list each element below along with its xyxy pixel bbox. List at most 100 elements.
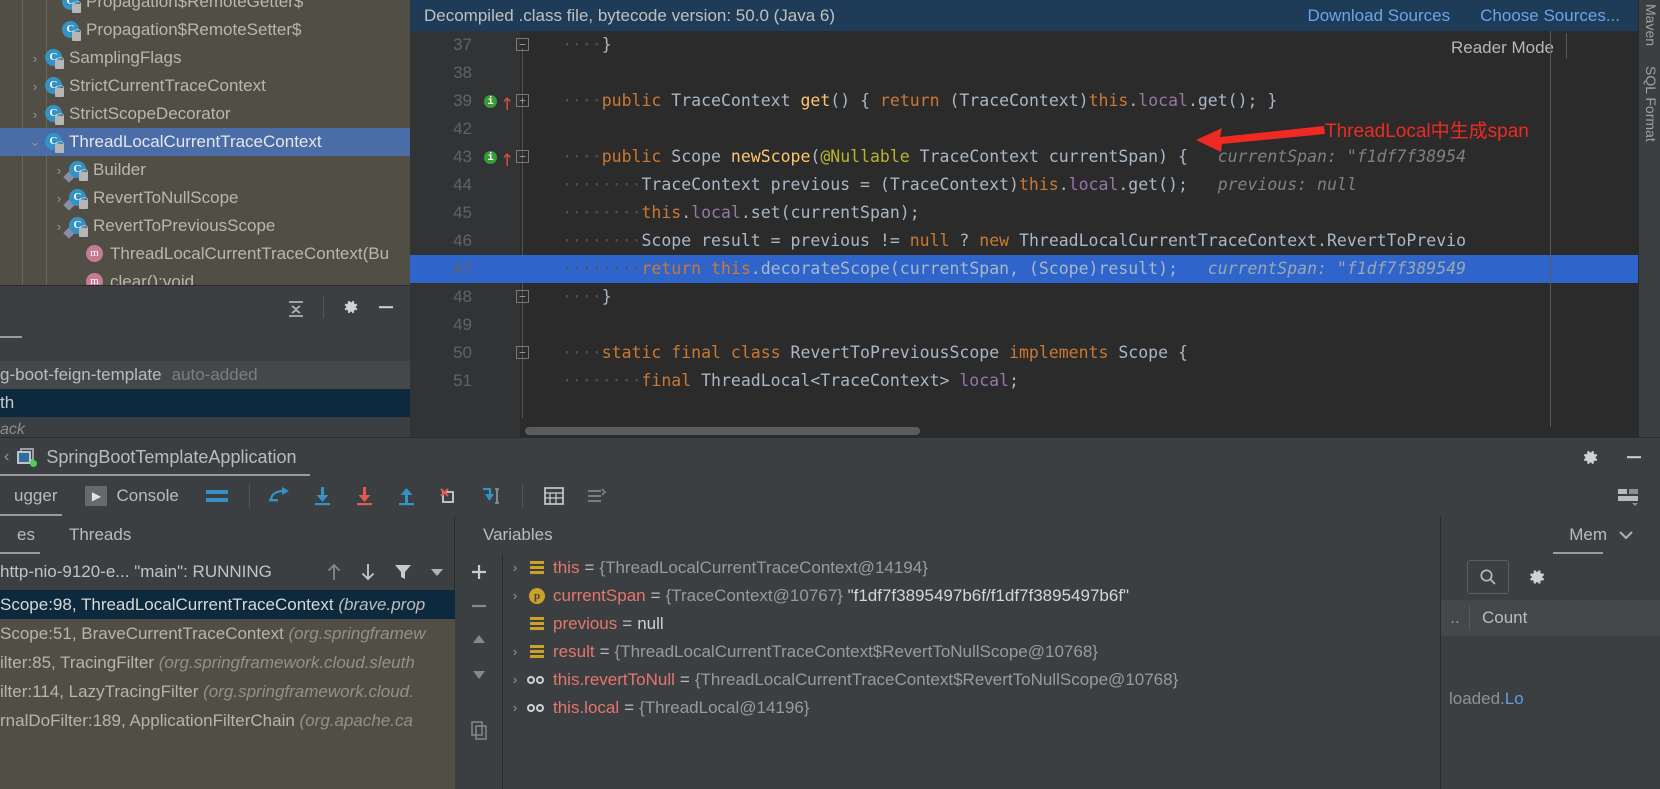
run-configuration-name[interactable]: SpringBootTemplateApplication [46,447,296,468]
chevron-down-icon[interactable] [1617,526,1635,544]
stack-frame-row[interactable]: ilter:114, LazyTracingFilter (org.spring… [0,677,455,706]
variables-side-toolbar[interactable] [455,554,503,789]
evaluate-expression-icon[interactable] [531,486,577,506]
tree-item-reverttonullscope[interactable]: › C RevertToNullScope [0,184,410,212]
chevron-left-icon[interactable]: ‹ [4,448,9,466]
fold-toggle-icon[interactable]: − [516,38,529,51]
memory-settings-gear-icon[interactable] [1525,566,1547,588]
run-to-cursor-icon[interactable] [470,486,514,506]
thread-selector[interactable]: http-nio-9120-e... "main": RUNNING [0,554,455,590]
hide-window-icon[interactable] [1624,447,1644,467]
tree-item-threadlocalcurrenttracecontext[interactable]: ⌄ C ThreadLocalCurrentTraceContext [0,128,410,156]
code-line-48[interactable]: 48 − ····} [410,283,1638,311]
memory-pane[interactable]: Mem .. Count loaded. Lo [1440,516,1660,789]
call-stack-list[interactable]: Scope:98, ThreadLocalCurrentTraceContext… [0,590,455,789]
debug-toolbar[interactable]: ugger ▶ Console [0,476,1660,516]
memory-col-count[interactable]: Count [1470,608,1527,628]
module-row[interactable]: g-boot-feign-template auto-added [0,361,410,389]
variable-row[interactable]: › this = {ThreadLocalCurrentTraceContext@14… [504,554,1440,582]
fold-toggle-icon[interactable]: + [516,94,529,107]
stack-frame-row[interactable]: ilter:85, TracingFilter (org.springframe… [0,648,455,677]
stack-frame-row[interactable]: Scope:51, BraveCurrentTraceContext (org.… [0,619,455,648]
code-line-51[interactable]: 51 ········final ThreadLocal<TraceContext… [410,367,1638,395]
code-line-39[interactable]: 39 i ↑ + ····public TraceContext get() { ret… [410,87,1638,115]
filter-icon[interactable] [393,562,413,582]
tree-item-strictscopedecorator[interactable]: › C StrictScopeDecorator [0,100,410,128]
variable-row[interactable]: › result = {ThreadLocalCurrentTraceContext$… [504,638,1440,666]
tab-console[interactable]: ▶ Console [71,486,192,506]
step-over-icon[interactable] [258,486,302,506]
variables-pane[interactable]: Variables › this = {ThreadLocalCurrentTr… [455,516,1440,789]
thread-bar-icons[interactable] [325,562,455,582]
variables-list[interactable]: › this = {ThreadLocalCurrentTraceContext@14… [504,554,1440,789]
drop-frame-icon[interactable] [428,486,470,506]
expand-chevron-icon[interactable]: › [504,582,526,610]
tab-variables[interactable]: Variables [455,525,581,545]
tree-item-propagation-remotesetter-[interactable]: C Propagation$RemoteSetter$ [0,16,410,44]
search-icon[interactable] [1467,560,1509,594]
editor-horizontal-scrollbar[interactable] [525,427,920,435]
download-sources-link[interactable]: Download Sources [1307,6,1450,26]
settings-gear-icon[interactable] [1579,447,1600,468]
step-out-icon[interactable] [386,486,428,506]
choose-sources-link[interactable]: Choose Sources... [1480,6,1620,26]
fold-toggle-icon[interactable]: − [516,290,529,303]
minimize-icon[interactable] [376,297,396,317]
panel-toolbar[interactable] [0,285,410,328]
stack-frame-row[interactable]: rnalDoFilter:189, ApplicationFilterChain… [0,706,455,735]
code-line-50[interactable]: 50 − ····static final class RevertToPrevio… [410,339,1638,367]
selected-project-row[interactable]: th [0,389,410,417]
structure-tree[interactable]: C Propagation$RemoteGetter$ C Propagation$R… [0,0,410,293]
memory-status-link[interactable]: Lo [1505,689,1524,709]
tab-threads[interactable]: Threads [52,525,148,545]
code-line-38[interactable]: 38 [410,59,1638,87]
chevron-right-icon[interactable]: › [27,107,43,122]
restore-layout-icon[interactable] [1616,486,1640,506]
memory-column-header[interactable]: .. Count [1441,600,1660,636]
move-down-icon[interactable] [469,664,489,684]
code-line-37[interactable]: 37 − ····} [410,31,1638,59]
chevron-down-icon[interactable] [429,562,445,582]
step-into-icon[interactable] [302,486,344,506]
remove-watch-icon[interactable] [469,596,489,616]
code-line-43[interactable]: 43 i ↑ − ····public Scope newScope(@Nullable… [410,143,1638,171]
variable-row[interactable]: previous = null [504,610,1440,638]
project-panel[interactable]: g-boot-feign-template auto-added th ack [0,328,410,438]
tree-item-strictcurrenttracecontext[interactable]: › C StrictCurrentTraceContext [0,72,410,100]
code-line-45[interactable]: 45 ········this.local.set(currentSpan); [410,199,1638,227]
stack-frame-row[interactable]: Scope:98, ThreadLocalCurrentTraceContext… [0,590,455,619]
variable-row[interactable]: › this.local = {ThreadLocal@14196} [504,694,1440,722]
chevron-down-icon[interactable]: ⌄ [27,134,43,150]
code-lines[interactable]: 37− ····} 38 39 i ↑ + ····public TraceContext g… [410,31,1638,437]
chevron-right-icon[interactable]: › [27,51,43,66]
expand-chevron-icon[interactable]: › [504,694,526,722]
code-line-49[interactable]: 49 [410,311,1638,339]
fold-toggle-icon[interactable]: − [516,150,529,163]
variable-row[interactable]: › p currentSpan = {TraceContext@10767} "f1df… [504,582,1440,610]
tree-item-reverttopreviousscope[interactable]: › C RevertToPreviousScope [0,212,410,240]
toolbar-right-icons[interactable] [1616,486,1660,506]
expand-chevron-icon[interactable]: › [504,554,526,582]
code-line-44[interactable]: 44 ········TraceContext previous = (Trace… [410,171,1638,199]
right-tool-strip[interactable]: Maven SQL Format [1638,0,1660,437]
mute-breakpoints-icon[interactable] [577,486,615,506]
code-line-47[interactable]: 47 ········return this.decorateScope(curr… [410,255,1638,283]
force-step-into-icon[interactable] [344,486,386,506]
decompiled-editor[interactable]: Decompiled .class file, bytecode version… [410,0,1660,437]
frames-pane[interactable]: es Threads http-nio-9120-e... "main": RU… [0,516,455,789]
debug-header-icons[interactable] [1579,447,1660,468]
memory-tab[interactable]: Mem [1441,516,1660,554]
breakpoint-icon[interactable]: i [484,151,497,164]
arrow-down-icon[interactable] [359,562,377,582]
move-up-icon[interactable] [469,630,489,650]
debug-tool-window[interactable]: ‹ SpringBootTemplateApplication ugger ▶ … [0,437,1660,789]
tab-debugger[interactable]: ugger [0,486,71,506]
arrow-up-icon[interactable] [325,562,343,582]
layout-icon[interactable] [193,487,241,505]
expand-chevron-icon[interactable]: › [504,666,526,694]
fold-toggle-icon[interactable]: − [516,346,529,359]
add-watch-icon[interactable] [469,562,489,582]
gear-icon[interactable] [340,297,360,317]
tree-item-builder[interactable]: › C Builder [0,156,410,184]
banner-links[interactable]: Download Sources Choose Sources... [1307,6,1638,26]
